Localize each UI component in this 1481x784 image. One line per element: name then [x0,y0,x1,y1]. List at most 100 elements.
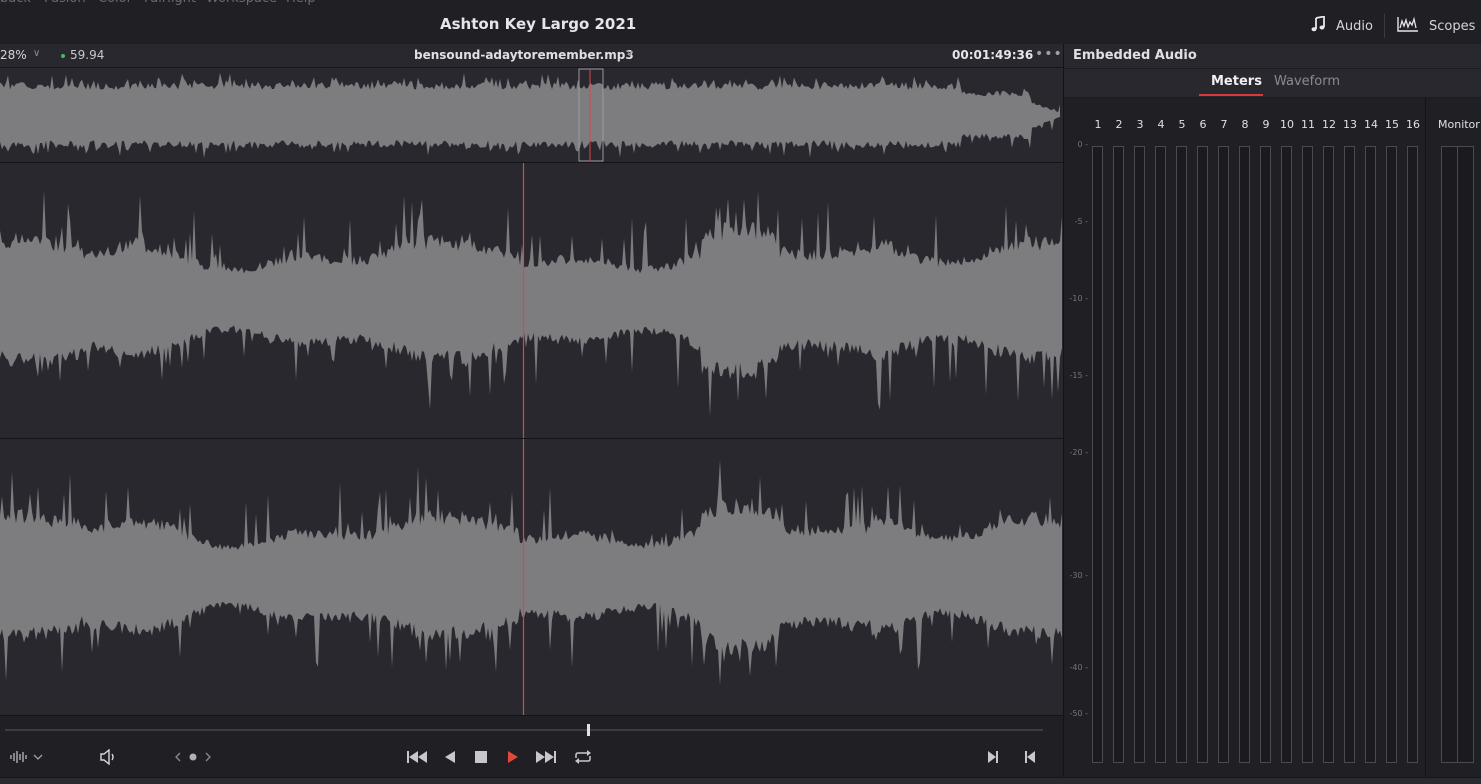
embedded-audio-panel: Embedded Audio Meters Waveform Monitor 1… [1063,44,1481,777]
previous-clip-icon [1023,750,1037,767]
channel-label: 15 [1385,118,1399,131]
panel-title: Embedded Audio [1073,48,1197,63]
overview-waveform-graphic [0,68,1060,162]
tab-waveform[interactable]: Waveform [1274,74,1340,89]
scopes-label: Scopes [1429,18,1476,34]
project-title: Ashton Key Largo 2021 [440,15,637,33]
next-clip-button[interactable] [982,749,1004,767]
scrub-handle[interactable] [587,724,590,736]
channel-meter [1113,146,1124,763]
meter-scale-label: -30 - [1069,571,1089,580]
channel-label: 1 [1094,118,1102,131]
channel-label: 8 [1241,118,1249,131]
title-bar: Ashton Key Largo 2021 Audio Scopes [0,6,1481,44]
channel-label: 10 [1280,118,1294,131]
more-options-icon[interactable]: ••• [1035,46,1063,62]
bottom-toolbar [0,777,1481,784]
channel-label: 13 [1343,118,1357,131]
monitor-divider [1425,98,1426,777]
channel-label: 6 [1199,118,1207,131]
meter-scale-label: -15 - [1069,371,1089,380]
speaker-icon [99,748,119,768]
skip-to-end-icon [535,750,557,767]
play-icon [506,750,520,767]
meter-scale-label: -20 - [1069,448,1089,457]
stop-button[interactable] [470,749,492,767]
loop-icon [572,749,594,768]
audio-button[interactable]: Audio [1310,15,1373,36]
active-tab-indicator [1199,94,1263,96]
channel-meter [1344,146,1355,763]
channel-divider [0,438,1063,439]
scopes-button[interactable]: Scopes [1397,16,1475,36]
transport-bar [0,715,1063,777]
channel-label: 3 [1136,118,1144,131]
channel-meter [1134,146,1145,763]
channel-label: 7 [1220,118,1228,131]
play-button[interactable] [502,749,524,767]
channel-meter [1323,146,1334,763]
channel-meter [1281,146,1292,763]
channel-meter [1386,146,1397,763]
stop-icon [474,750,488,767]
meter-scale-label: -50 - [1069,709,1089,718]
audio-waveform-menu-button[interactable] [6,749,46,767]
monitor-meter-left [1441,146,1458,763]
divider [1064,68,1481,69]
channel-label: 9 [1262,118,1270,131]
channel-meter [1155,146,1166,763]
main-waveform[interactable] [0,163,1063,715]
loop-button[interactable] [572,749,594,767]
meter-scale-label: -10 - [1069,294,1089,303]
scrub-bar[interactable] [5,729,1043,731]
status-dot [61,54,65,58]
next-clip-icon [986,750,1000,767]
timecode: 00:01:49:36 [952,48,1034,62]
channel-label: 4 [1157,118,1165,131]
previous-clip-button[interactable] [1019,749,1041,767]
channel-label: 12 [1322,118,1336,131]
go-to-end-button[interactable] [535,749,557,767]
jog-control[interactable] [170,749,216,767]
monitor-label: Monitor [1438,118,1480,131]
volume-button[interactable] [98,748,120,768]
chevron-down-icon[interactable]: ∨ [626,48,633,59]
channel-meter [1197,146,1208,763]
skip-to-start-icon [406,750,428,767]
audio-meters: Monitor 1 2 3 4 5 6 7 8 9 10 11 12 13 14 15 16 0 - -5 - -1… [1064,98,1481,777]
channel-label: 5 [1178,118,1186,131]
channel-meter [1239,146,1250,763]
viewer-header: 28% ∨ 59.94 bensound-adaytoremember.mp3 … [0,44,1063,68]
channel-meter [1218,146,1229,763]
channel-meter [1092,146,1103,763]
frame-rate: 59.94 [70,48,105,62]
channel-meter [1260,146,1271,763]
meter-scale-label: -5 - [1074,217,1088,226]
music-note-icon [1310,15,1326,36]
tab-meters[interactable]: Meters [1211,74,1262,89]
jog-wheel-icon [171,750,215,767]
toolbar-divider [1384,14,1385,38]
channel-meter [1407,146,1418,763]
overview-waveform[interactable] [0,68,1063,163]
monitor-meter-right [1457,146,1474,763]
clip-name[interactable]: bensound-adaytoremember.mp3 [414,48,634,62]
scopes-waveform-icon [1397,16,1419,36]
channel-label: 2 [1115,118,1123,131]
meter-scale-label: -40 - [1069,663,1089,672]
meter-scale-label: 0 - [1077,140,1088,149]
play-reverse-button[interactable] [439,749,461,767]
channel-meter [1365,146,1376,763]
zoom-level[interactable]: 28% [0,48,27,62]
waveform-icon [9,750,43,767]
channel-meter [1176,146,1187,763]
channel-label: 14 [1364,118,1378,131]
audio-label: Audio [1336,18,1373,34]
channel-meter [1302,146,1313,763]
channel-label: 16 [1406,118,1420,131]
main-waveform-graphic [0,163,1062,715]
go-to-start-button[interactable] [406,749,428,767]
chevron-down-icon[interactable]: ∨ [33,48,40,59]
play-reverse-icon [443,750,457,767]
channel-label: 11 [1301,118,1315,131]
